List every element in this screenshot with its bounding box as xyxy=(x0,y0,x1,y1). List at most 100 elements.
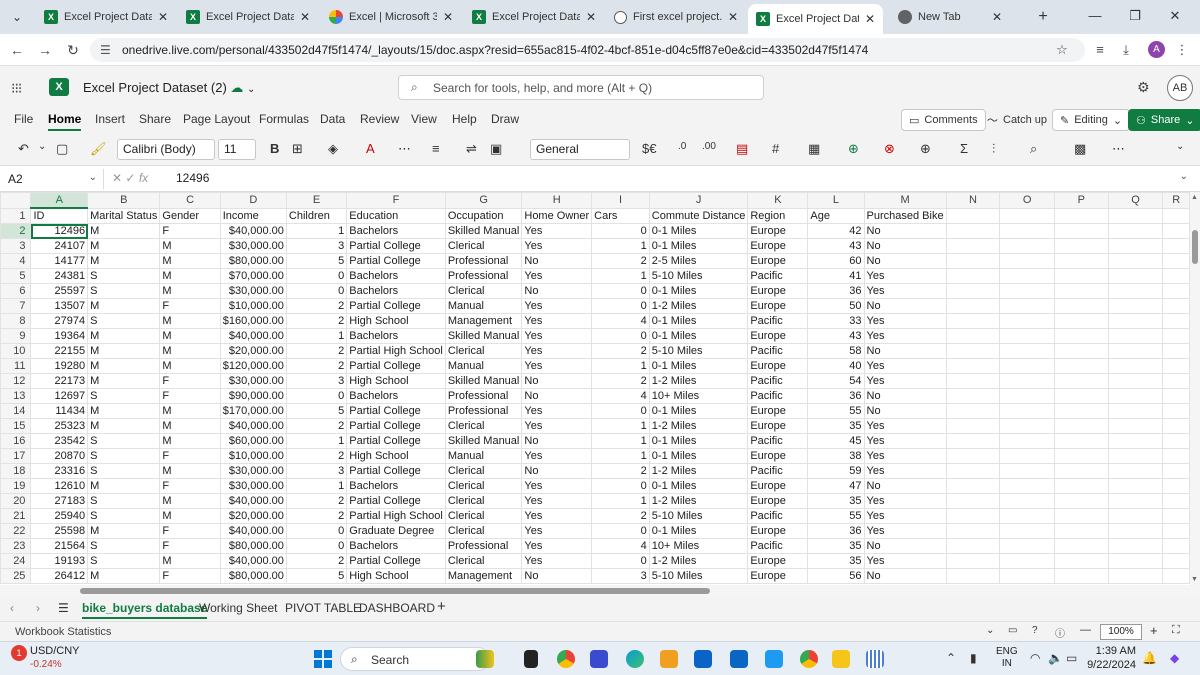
cell[interactable]: Yes xyxy=(521,268,593,284)
cell[interactable]: 3 xyxy=(285,238,348,254)
cell[interactable]: Clerical xyxy=(444,238,523,254)
cell[interactable] xyxy=(1107,538,1164,554)
tab-close-icon[interactable]: ✕ xyxy=(586,10,596,24)
wrap-text-icon[interactable]: ⇌ xyxy=(466,141,477,157)
cell[interactable] xyxy=(1054,403,1109,419)
cell[interactable]: 1 xyxy=(591,448,650,464)
cell[interactable]: Pacific xyxy=(747,373,809,389)
column-header-g[interactable]: G xyxy=(444,192,523,209)
cell[interactable]: 2 xyxy=(591,343,650,359)
cell[interactable] xyxy=(1107,373,1164,389)
cell[interactable]: Yes xyxy=(863,418,947,434)
fullscreen-icon[interactable]: ⛶ xyxy=(1172,624,1180,637)
cell[interactable]: Yes xyxy=(863,328,947,344)
cell[interactable]: 12610 xyxy=(30,478,89,494)
cell[interactable]: 2 xyxy=(591,508,650,524)
conditional-format-icon[interactable]: ▤ xyxy=(736,141,748,157)
bold-button[interactable]: B xyxy=(270,141,279,156)
cell[interactable] xyxy=(1162,238,1190,254)
confirm-check-icon[interactable]: ✓ xyxy=(125,171,135,185)
widgets-app-icon[interactable] xyxy=(476,650,494,668)
cell[interactable]: S xyxy=(87,313,161,329)
cell[interactable]: S xyxy=(87,538,161,554)
cell[interactable]: Yes xyxy=(863,313,947,329)
cell[interactable] xyxy=(945,568,1001,584)
insert-cells-icon[interactable]: ⊕ xyxy=(848,141,859,157)
cell[interactable]: No xyxy=(863,478,947,494)
cell[interactable]: M xyxy=(159,433,221,449)
cell[interactable] xyxy=(1107,343,1164,359)
cell[interactable] xyxy=(999,388,1056,404)
cell[interactable] xyxy=(1162,403,1190,419)
cell[interactable]: 0-1 Miles xyxy=(648,403,749,419)
cell[interactable]: Yes xyxy=(521,523,593,539)
editing-mode-button[interactable]: ✎ Editing ⌄ xyxy=(1052,109,1131,131)
cell[interactable] xyxy=(945,328,1001,344)
workbook-statistics-button[interactable]: Workbook Statistics xyxy=(15,626,111,638)
user-avatar[interactable]: AB xyxy=(1167,75,1193,101)
cell[interactable] xyxy=(945,358,1001,374)
formula-input[interactable]: 12496 xyxy=(176,171,209,185)
all-sheets-menu-icon[interactable]: ☰ xyxy=(58,601,69,615)
column-header-q[interactable]: Q xyxy=(1107,192,1164,209)
settings-gear-icon[interactable]: ⚙ xyxy=(1137,79,1150,96)
cell[interactable]: $70,000.00 xyxy=(219,268,287,284)
cell[interactable]: 0-1 Miles xyxy=(648,478,749,494)
cell[interactable] xyxy=(999,373,1056,389)
bookmark-star-icon[interactable]: ☆ xyxy=(1052,41,1072,59)
cell[interactable]: 10+ Miles xyxy=(648,388,749,404)
cell[interactable]: No xyxy=(521,253,593,269)
merge-cells-icon[interactable]: ▣ xyxy=(490,141,502,157)
header-cell[interactable]: ID xyxy=(30,207,89,224)
cell[interactable]: 1-2 Miles xyxy=(648,373,749,389)
cell[interactable]: Yes xyxy=(863,433,947,449)
name-box[interactable]: A2 ⌄ xyxy=(4,169,104,189)
ticker-alert-badge[interactable]: 1 xyxy=(11,645,27,661)
zoom-out-icon[interactable]: — xyxy=(1080,624,1091,636)
row-header[interactable]: 2 xyxy=(0,223,32,239)
cell[interactable]: M xyxy=(159,358,221,374)
cell[interactable]: $40,000.00 xyxy=(219,328,287,344)
column-header-b[interactable]: B xyxy=(87,192,161,209)
row-header[interactable]: 10 xyxy=(0,343,32,359)
cell[interactable]: 27974 xyxy=(30,313,89,329)
cell[interactable]: 20870 xyxy=(30,448,89,464)
column-header-n[interactable]: N xyxy=(945,192,1001,209)
cell[interactable]: S xyxy=(87,283,161,299)
cell[interactable]: 0 xyxy=(591,403,650,419)
cell[interactable]: Europe xyxy=(747,568,809,584)
find-search-icon[interactable]: ⌕ xyxy=(1030,141,1037,157)
cell[interactable]: 5-10 Miles xyxy=(648,343,749,359)
cell[interactable] xyxy=(999,253,1056,269)
cell[interactable]: Europe xyxy=(747,253,809,269)
cell[interactable]: Europe xyxy=(747,283,809,299)
cell[interactable]: 22155 xyxy=(30,343,89,359)
cell[interactable]: M xyxy=(159,508,221,524)
cell[interactable]: Professional xyxy=(444,403,523,419)
cell[interactable] xyxy=(1162,328,1190,344)
cell[interactable]: 0 xyxy=(591,298,650,314)
cell[interactable]: No xyxy=(863,223,947,239)
cell[interactable]: 24381 xyxy=(30,268,89,284)
cell[interactable] xyxy=(1162,553,1190,569)
cell[interactable] xyxy=(999,568,1056,584)
header-cell[interactable] xyxy=(945,207,1001,224)
cell[interactable]: 0 xyxy=(591,328,650,344)
cell[interactable] xyxy=(999,268,1056,284)
cell[interactable] xyxy=(1162,358,1190,374)
cell[interactable]: Skilled Manual xyxy=(444,328,523,344)
cell[interactable]: 2 xyxy=(285,493,348,509)
cell[interactable] xyxy=(1107,568,1164,584)
cell[interactable]: 4 xyxy=(591,388,650,404)
status-chevron-icon[interactable]: ⌄ xyxy=(986,625,994,636)
tab-close-icon[interactable]: ✕ xyxy=(443,10,453,24)
cell[interactable]: Pacific xyxy=(747,463,809,479)
cell[interactable]: 54 xyxy=(807,373,865,389)
cell[interactable]: No xyxy=(863,388,947,404)
cell[interactable]: 4 xyxy=(591,538,650,554)
cell[interactable]: $20,000.00 xyxy=(219,508,287,524)
ribbon-tab-insert[interactable]: Insert xyxy=(95,112,125,126)
view-normal-icon[interactable]: ▭ xyxy=(1008,625,1017,636)
browser-tab[interactable]: First excel project.xls ✕ xyxy=(606,4,746,30)
cell[interactable]: M xyxy=(87,478,161,494)
